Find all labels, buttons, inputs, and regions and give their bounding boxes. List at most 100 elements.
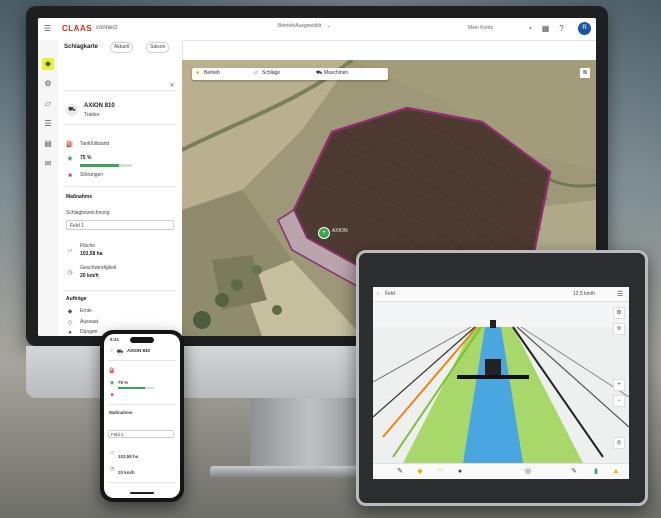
- vehicle-subtitle: Traktor: [84, 112, 100, 118]
- rate-label: Geschwindigkeit: [80, 265, 117, 271]
- speed-icon: ◷: [109, 466, 115, 472]
- farm-icon: ■: [196, 70, 200, 76]
- warning-icon[interactable]: ▲: [611, 467, 621, 477]
- layers-icon[interactable]: ≋: [613, 323, 625, 335]
- implement-bar: [457, 375, 529, 379]
- alert-label[interactable]: Störungen: [80, 172, 103, 178]
- apps-grid-icon[interactable]: ▦: [540, 23, 551, 34]
- reports-nav-icon[interactable]: ▤: [42, 138, 54, 150]
- menu-icon[interactable]: ☰: [42, 23, 53, 34]
- marker-icon[interactable]: ✎: [569, 467, 579, 477]
- task-item[interactable]: Düngen: [80, 329, 98, 335]
- tasks-heading: Aufträge: [66, 296, 87, 302]
- tablet-title: Feld: [385, 291, 395, 297]
- fuel-icon: ⛽: [66, 142, 74, 148]
- tablet-top-bar: ‹ Feld 12,5 km/h ☰: [373, 287, 629, 302]
- app-name: connect: [96, 25, 118, 31]
- tablet-speed: 12,5 km/h: [573, 291, 595, 297]
- filter-current[interactable]: Aktuell: [110, 42, 134, 53]
- area-icon: ▱: [110, 450, 114, 456]
- divider: [64, 186, 176, 187]
- home-indicator: [130, 492, 154, 494]
- warning-icon: ■: [110, 392, 114, 398]
- phone-title: AXION 810: [127, 348, 151, 353]
- area-icon: ▱: [67, 248, 73, 254]
- workspace-select[interactable]: Betrieb/Ausgewählt ⌄: [278, 23, 396, 34]
- speed-icon: ◷: [67, 270, 73, 276]
- field-select[interactable]: Feld 1: [66, 220, 174, 230]
- divider: [108, 482, 176, 483]
- phone-group-heading: Maßnahme: [109, 410, 133, 415]
- warning-icon: ■: [68, 173, 72, 179]
- task-item[interactable]: Ernte: [80, 308, 92, 314]
- close-icon[interactable]: ✕: [168, 82, 176, 90]
- map-tool-farm[interactable]: Betrieb: [204, 70, 220, 76]
- gauge-icon: ◉: [67, 156, 73, 162]
- zoom-in-icon[interactable]: +: [613, 379, 625, 391]
- zoom-out-icon[interactable]: −: [613, 395, 625, 407]
- divider: [64, 290, 176, 291]
- smartphone: 9:41 ‹ ⛟ AXION 810 ⛽ ◉ 75 % ■ Maßnahme F…: [100, 330, 184, 502]
- fuel-level-fill: [80, 164, 119, 167]
- fuel-icon: ⛽: [109, 368, 116, 374]
- machine-nav-icon[interactable]: ⚙: [42, 78, 54, 90]
- map-nav-icon[interactable]: ◈: [42, 58, 54, 70]
- avatar[interactable]: R: [578, 22, 591, 35]
- divider: [64, 90, 176, 91]
- phone-area-value: 103,58 ha: [118, 454, 139, 459]
- tractor-icon: ⛟: [116, 348, 124, 356]
- phone-field-value: Feld 1: [111, 432, 124, 437]
- layers-icon[interactable]: ≋: [580, 68, 590, 78]
- filter-current-label: Aktuell: [114, 44, 130, 50]
- area-value: 103,58 ha: [80, 251, 103, 257]
- curve-icon[interactable]: ◠: [435, 467, 445, 477]
- messages-nav-icon[interactable]: ✉: [42, 158, 54, 170]
- fertilize-icon: ●: [68, 330, 72, 336]
- settings-icon[interactable]: ⚙: [613, 307, 625, 319]
- guidance-screen: ‹ Feld 12,5 km/h ☰ ⚙ ≋ + − ◎ ✎ ◆ ◠ ● ◎ ✎…: [373, 287, 629, 479]
- top-bar: ☰ CLAAS connect Betrieb/Ausgewählt ⌄ Mei…: [38, 18, 596, 41]
- machine-layer-icon: ⛟: [316, 70, 323, 76]
- nav-rail: ◈ ⚙ ▱ ☰ ▤ ✉: [38, 40, 59, 336]
- group-heading: Maßnahme: [66, 194, 93, 200]
- ab-line-icon[interactable]: ◆: [415, 467, 425, 477]
- back-icon[interactable]: ‹: [109, 348, 115, 354]
- notification-icon[interactable]: ◔: [524, 23, 535, 34]
- field-select-value: Feld 1: [70, 223, 84, 229]
- workspace-select-label: Betrieb/Ausgewählt: [278, 23, 322, 29]
- record-icon[interactable]: ●: [455, 467, 465, 477]
- mobile-app-screen: 9:41 ‹ ⛟ AXION 810 ⛽ ◉ 75 % ■ Maßnahme F…: [104, 334, 180, 498]
- phone-notch: [130, 337, 154, 343]
- steering-icon[interactable]: ◎: [523, 467, 533, 477]
- machine-marker-icon[interactable]: +: [318, 227, 330, 239]
- terminal-tablet: ‹ Feld 12,5 km/h ☰ ⚙ ≋ + − ◎ ✎ ◆ ◠ ● ◎ ✎…: [356, 250, 648, 506]
- gauge-icon: ◉: [109, 380, 115, 386]
- help-icon[interactable]: ?: [556, 23, 567, 34]
- section-title: Schlagkarte: [64, 44, 99, 50]
- section-control-icon[interactable]: ▮: [591, 467, 601, 477]
- filter-season[interactable]: Saison: [146, 42, 170, 53]
- phone-status-value: 75 %: [118, 380, 129, 385]
- tractor-icon: ⛟: [66, 104, 78, 116]
- map-toolbar: ■ Betrieb ▱ Schläge ⛟ Maschinen: [192, 68, 388, 80]
- tasks-nav-icon[interactable]: ☰: [42, 118, 54, 130]
- field-nav-icon[interactable]: ▱: [42, 98, 54, 110]
- pen-icon[interactable]: ✎: [395, 467, 405, 477]
- guidance-view: [373, 287, 629, 479]
- phone-rate-value: 20 km/h: [118, 470, 135, 475]
- center-icon[interactable]: ◎: [613, 437, 625, 449]
- filter-season-label: Saison: [150, 44, 166, 50]
- task-item[interactable]: Aussaat: [80, 319, 98, 325]
- menu-icon[interactable]: ☰: [617, 290, 623, 298]
- chevron-down-icon: ⌄: [326, 23, 331, 29]
- monitor-stand: [250, 398, 370, 468]
- field-layer-icon: ▱: [254, 70, 258, 76]
- fuel-level-bar: [80, 164, 132, 167]
- map-tool-fields[interactable]: Schläge: [262, 70, 280, 76]
- map-tool-machines[interactable]: Maschinen: [324, 70, 348, 76]
- divider: [108, 360, 176, 361]
- back-icon[interactable]: ‹: [377, 291, 379, 297]
- phone-field-select[interactable]: Feld 1: [108, 430, 174, 438]
- phone-fuel-bar: [118, 387, 154, 389]
- account-label[interactable]: Mein Konto: [468, 25, 493, 31]
